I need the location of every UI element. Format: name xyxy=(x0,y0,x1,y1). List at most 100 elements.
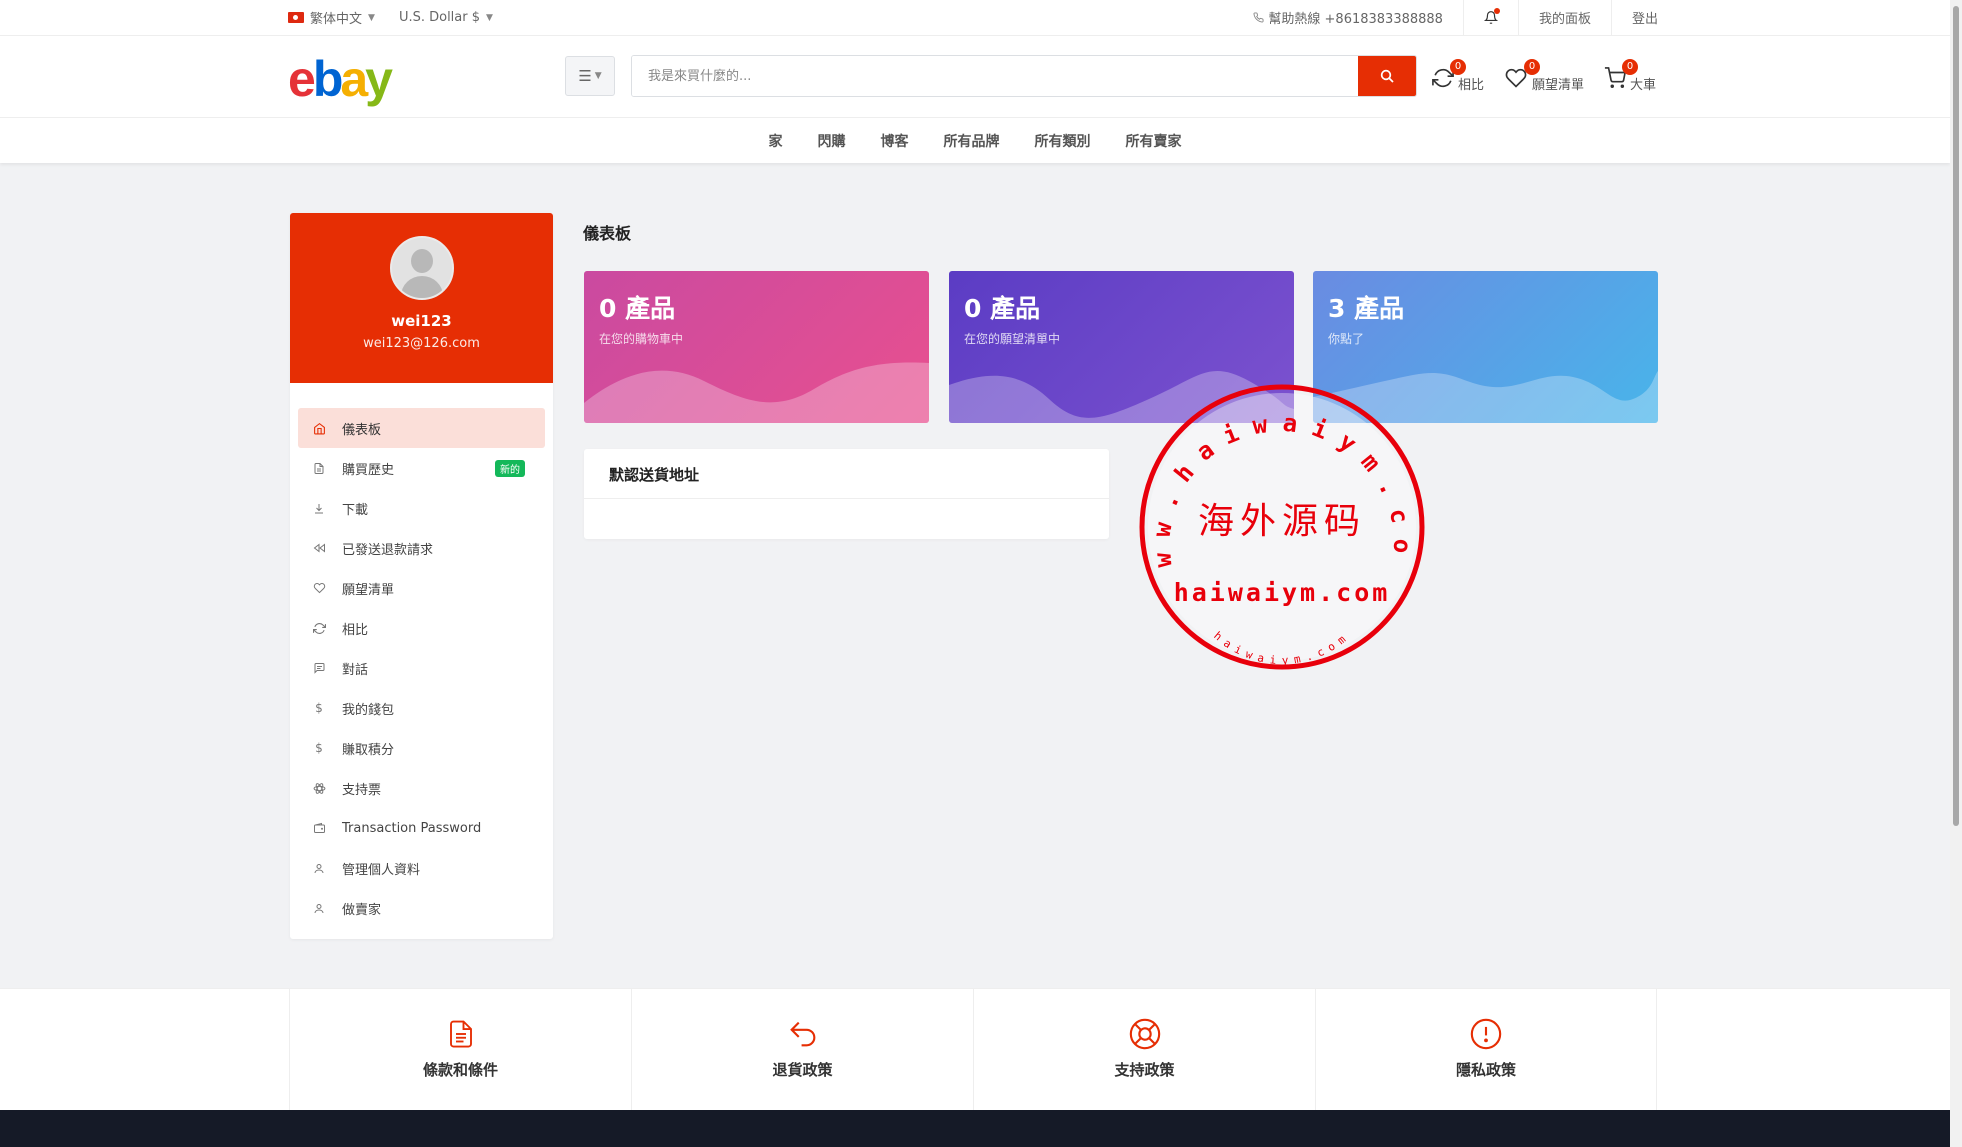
compare-label: 相比 xyxy=(1458,78,1485,93)
language-label: 繁体中文 xyxy=(310,12,363,27)
cart-count-text: 0 產品 xyxy=(599,294,676,323)
sidebar-item-wishlist[interactable]: 願望清單 xyxy=(298,568,545,608)
footer-label: 退貨政策 xyxy=(772,1061,833,1079)
nav-all-brands[interactable]: 所有品牌 xyxy=(944,131,1000,151)
currency-selector[interactable]: U.S. Dollar $ ▼ xyxy=(399,8,493,27)
atom-icon xyxy=(312,781,326,795)
policy-footer: 條款和條件 退貨政策 支持政策 隱私政策 xyxy=(0,988,1950,1111)
notification-button[interactable] xyxy=(1462,0,1518,35)
refresh-icon xyxy=(312,621,326,635)
helpline: 幫助熱線 +8618383388888 xyxy=(1253,0,1463,35)
document-icon xyxy=(290,1017,631,1051)
stamp-domain-text: haiwaiym.com xyxy=(1174,578,1391,607)
search-bar xyxy=(631,55,1417,97)
cart-desc: 在您的購物車中 xyxy=(599,332,684,346)
compare-button[interactable]: 0 相比 xyxy=(1432,59,1485,93)
wishlist-label: 願望清單 xyxy=(1532,78,1585,93)
sidebar-item-label: Transaction Password xyxy=(342,820,482,836)
sidebar-item-label: 下載 xyxy=(342,502,369,518)
wishlist-button[interactable]: 0 願望清單 xyxy=(1504,59,1585,93)
support-policy-link[interactable]: 支持政策 xyxy=(973,989,1315,1111)
sidebar-item-label: 購買歷史 xyxy=(342,462,395,478)
refresh-icon: 0 xyxy=(1432,59,1466,93)
wishlist-count: 0 xyxy=(1524,59,1541,75)
wishlist-count-text: 0 產品 xyxy=(964,294,1041,323)
cart-button[interactable]: 0 大車 xyxy=(1604,59,1656,93)
return-policy-link[interactable]: 退貨政策 xyxy=(631,989,973,1111)
footer-label: 條款和條件 xyxy=(422,1061,498,1079)
dollar-icon: $ xyxy=(315,701,323,715)
language-selector[interactable]: 繁体中文 ▼ xyxy=(288,8,375,27)
chevron-down-icon: ▼ xyxy=(368,12,375,23)
sidebar-item-refund-requests[interactable]: 已發送退款請求 xyxy=(298,528,545,568)
exclamation-icon xyxy=(1316,1017,1656,1051)
phone-icon xyxy=(1253,12,1264,23)
currency-label: U.S. Dollar $ xyxy=(398,10,481,25)
header: ebay ☰ ▼ 0 相比 0 願望清單 xyxy=(0,36,1950,118)
nav-all-sellers[interactable]: 所有賣家 xyxy=(1126,131,1182,151)
orders-desc: 你點了 xyxy=(1328,332,1365,346)
wallet-icon xyxy=(312,821,326,835)
search-button[interactable] xyxy=(1358,56,1416,96)
sidebar-item-label: 儀表板 xyxy=(342,422,382,438)
scrollbar-thumb[interactable] xyxy=(1953,6,1959,826)
nav-blog[interactable]: 博客 xyxy=(881,131,909,151)
stamp-center-text: 海外源码 xyxy=(1198,501,1366,542)
privacy-policy-link[interactable]: 隱私政策 xyxy=(1315,989,1657,1111)
sidebar-item-conversations[interactable]: 對話 xyxy=(298,648,545,688)
category-menu-button[interactable]: ☰ ▼ xyxy=(565,56,615,96)
user-icon xyxy=(312,861,326,875)
sidebar-item-label: 相比 xyxy=(342,622,369,638)
nav-flash-deals[interactable]: 閃購 xyxy=(818,131,846,151)
lifebuoy-icon xyxy=(974,1017,1315,1051)
orders-count-text: 3 產品 xyxy=(1328,294,1405,323)
download-icon xyxy=(312,501,326,515)
search-input[interactable] xyxy=(632,56,1358,96)
new-badge: 新的 xyxy=(495,460,525,477)
sidebar-item-become-seller[interactable]: 做賣家 xyxy=(298,888,545,928)
sidebar-item-label: 管理個人資料 xyxy=(342,862,421,878)
sidebar-item-my-wallet[interactable]: $ 我的錢包 xyxy=(298,688,545,728)
sidebar-item-downloads[interactable]: 下載 xyxy=(298,488,545,528)
user-icon xyxy=(312,901,326,915)
sidebar-item-support-ticket[interactable]: 支持票 xyxy=(298,768,545,808)
chevron-down-icon: ▼ xyxy=(486,12,493,23)
sidebar-item-transaction-password[interactable]: Transaction Password xyxy=(298,808,545,848)
hamburger-icon: ☰ xyxy=(578,67,592,85)
wave-decoration xyxy=(584,362,929,423)
sidebar-item-compare[interactable]: 相比 xyxy=(298,608,545,648)
sidebar-item-purchase-history[interactable]: 購買歷史 新的 xyxy=(298,448,545,488)
user-name: wei123 xyxy=(391,312,452,330)
user-email: wei123@126.com xyxy=(363,336,480,351)
nav-all-categories[interactable]: 所有類別 xyxy=(1035,131,1091,151)
profile-panel: wei123 wei123@126.com xyxy=(290,213,553,383)
sidebar-menu: 儀表板 購買歷史 新的 下載 已發送退款請求 願望清單 相比 對話 $ 我的錢包… xyxy=(290,383,553,928)
sidebar-item-label: 對話 xyxy=(342,662,369,678)
ebay-logo[interactable]: ebay xyxy=(288,54,393,104)
sidebar-item-label: 賺取積分 xyxy=(342,742,395,758)
dashboard-link[interactable]: 我的面板 xyxy=(1517,0,1611,35)
default-address-card: 默認送貨地址 xyxy=(584,449,1109,539)
home-icon xyxy=(312,421,326,435)
helpline-text: 幫助熱線 +8618383388888 xyxy=(1268,12,1443,27)
top-bar: 繁体中文 ▼ U.S. Dollar $ ▼ 幫助熱線 +86183833888… xyxy=(0,0,1950,36)
chat-icon xyxy=(312,661,326,675)
notification-dot xyxy=(1493,8,1500,14)
avatar xyxy=(389,236,454,300)
heart-icon xyxy=(312,581,326,595)
cart-summary-card: 0 產品 在您的購物車中 xyxy=(584,271,929,423)
sidebar-item-label: 我的錢包 xyxy=(342,702,395,718)
sidebar-item-label: 做賣家 xyxy=(342,902,382,918)
terms-link[interactable]: 條款和條件 xyxy=(289,989,631,1111)
address-title: 默認送貨地址 xyxy=(584,449,1109,499)
sidebar-item-dashboard[interactable]: 儀表板 xyxy=(298,408,545,448)
sidebar-item-manage-profile[interactable]: 管理個人資料 xyxy=(298,848,545,888)
nav-home[interactable]: 家 xyxy=(769,131,783,151)
search-icon xyxy=(1379,68,1395,84)
flag-icon xyxy=(288,12,304,23)
sidebar-item-earning-points[interactable]: $ 賺取積分 xyxy=(298,728,545,768)
page-scrollbar[interactable] xyxy=(1950,0,1962,1147)
logout-link[interactable]: 登出 xyxy=(1610,0,1658,35)
footer-label: 支持政策 xyxy=(1114,1061,1175,1079)
bell-icon xyxy=(1483,8,1500,25)
